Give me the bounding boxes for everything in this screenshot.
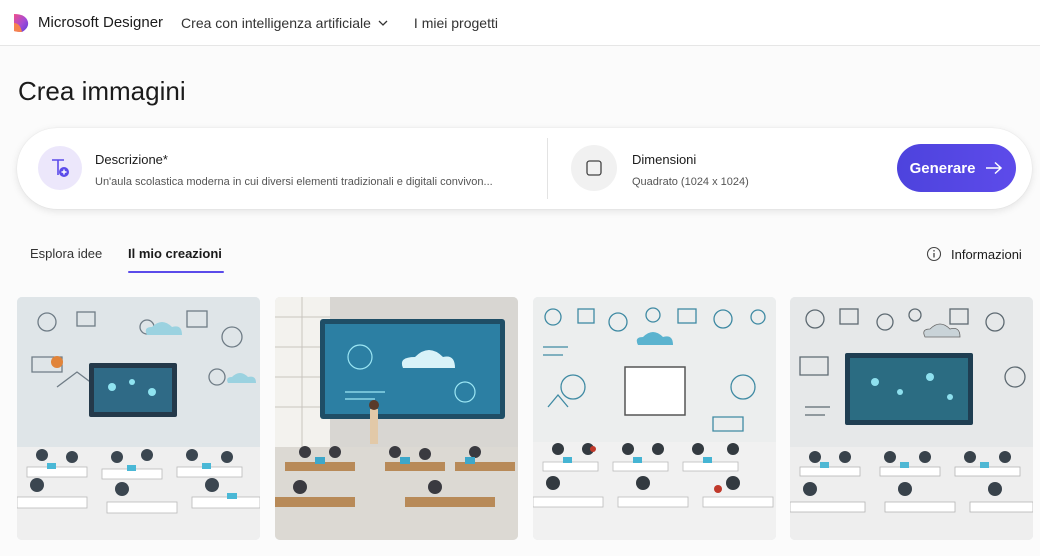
gallery-image-3[interactable] (533, 297, 776, 540)
description-input[interactable]: Un'aula scolastica moderna in cui divers… (95, 176, 535, 188)
info-icon (926, 246, 942, 262)
arrow-right-icon (986, 161, 1003, 175)
tab-my-creations[interactable]: Il mio creazioni (128, 246, 222, 261)
dimensions-value[interactable]: Quadrato (1024 x 1024) (632, 176, 749, 188)
generate-button[interactable]: Generare (897, 144, 1016, 192)
chevron-down-icon (378, 20, 388, 26)
classroom-image-icon (17, 297, 260, 540)
dimensions-icon[interactable] (571, 145, 617, 191)
classroom-image-icon (275, 297, 518, 540)
text-add-icon (52, 159, 69, 177)
generate-button-label: Generare (909, 159, 976, 177)
gallery-image-2[interactable] (275, 297, 518, 540)
prompt-card: Descrizione* Un'aula scolastica moderna … (17, 128, 1032, 209)
classroom-image-icon (790, 297, 1033, 540)
info-button[interactable]: Informazioni (926, 246, 1022, 262)
description-label: Descrizione* (95, 152, 168, 167)
square-icon (586, 160, 602, 176)
prompt-divider (547, 138, 548, 199)
dimensions-label: Dimensioni (632, 152, 697, 167)
classroom-image-icon (533, 297, 776, 540)
designer-logo-icon[interactable] (12, 13, 30, 33)
top-bar: Microsoft Designer Crea con intelligenza… (0, 0, 1040, 46)
tab-explore-ideas[interactable]: Esplora idee (30, 246, 102, 261)
nav-create-with-ai-label: Crea con intelligenza artificiale (181, 14, 371, 31)
page-title: Crea immagini (18, 76, 186, 106)
active-tab-indicator (128, 271, 224, 273)
nav-create-with-ai[interactable]: Crea con intelligenza artificiale (181, 15, 388, 31)
gallery-image-4[interactable] (790, 297, 1033, 540)
nav-my-projects[interactable]: I miei progetti (414, 15, 498, 31)
gallery-image-1[interactable] (17, 297, 260, 540)
info-label: Informazioni (951, 246, 1022, 262)
nav-my-projects-label: I miei progetti (413, 14, 498, 31)
app-name[interactable]: Microsoft Designer (38, 14, 163, 31)
text-prompt-icon[interactable] (38, 146, 82, 190)
